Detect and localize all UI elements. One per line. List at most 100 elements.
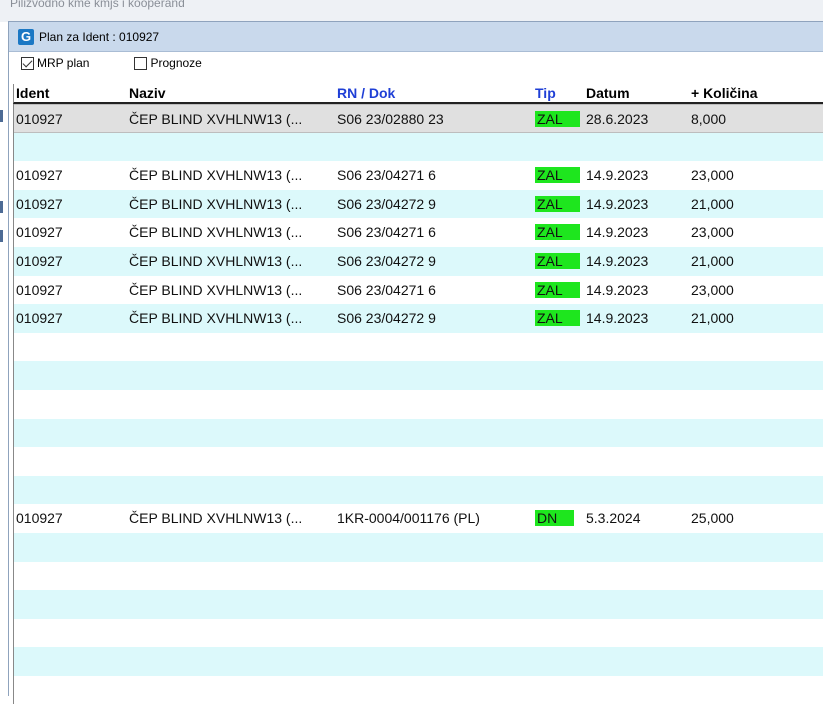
prognoze-label: Prognoze: [150, 56, 202, 70]
cell-tip: ZAL: [535, 310, 585, 327]
cell-kolicina: 21,000: [691, 195, 734, 212]
table-row[interactable]: 010927 ČEP BLIND XVHLNW13 (... S06 23/0427…: [14, 218, 823, 247]
window-titlebar[interactable]: G Plan za Ident : 010927: [9, 22, 823, 52]
cell-tip: ZAL: [535, 195, 585, 212]
column-header-naziv[interactable]: Naziv: [129, 85, 336, 101]
cell-kolicina: 23,000: [691, 167, 734, 184]
cell-kolicina: 8,000: [691, 111, 727, 127]
cell-ident: 010927: [16, 310, 63, 327]
app-icon: G: [18, 28, 34, 45]
edge-marker: [0, 201, 3, 213]
cell-rn-dok: S06 23/04272 9: [337, 252, 436, 269]
cell-rn-dok: S06 23/04271 6: [337, 167, 436, 184]
table-row[interactable]: [14, 447, 823, 476]
mrp-plan-checkbox[interactable]: MRP plan: [21, 56, 89, 70]
cell-kolicina: 23,000: [691, 224, 734, 241]
cell-kolicina: 21,000: [691, 310, 734, 327]
cell-rn-dok: S06 23/04272 9: [337, 310, 436, 327]
column-header-tip[interactable]: Tip: [535, 85, 585, 101]
cell-ident: 010927: [16, 252, 63, 269]
window-title: Plan za Ident : 010927: [39, 29, 160, 44]
table-row[interactable]: [14, 361, 823, 390]
tip-badge: ZAL: [535, 111, 580, 127]
cell-kolicina: 21,000: [691, 252, 734, 269]
filter-bar: MRP plan Prognoze: [9, 52, 823, 74]
cell-datum: 28.6.2023: [586, 111, 649, 127]
cell-ident: 010927: [16, 195, 63, 212]
table-row[interactable]: 010927 ČEP BLIND XVHLNW13 (... S06 23/0288…: [14, 104, 823, 133]
cell-tip: DN: [535, 510, 585, 527]
cell-rn-dok: S06 23/04271 6: [337, 281, 436, 298]
cell-naziv: ČEP BLIND XVHLNW13 (...: [129, 281, 303, 298]
cell-naziv: ČEP BLIND XVHLNW13 (...: [129, 310, 303, 327]
table-row[interactable]: [14, 532, 823, 562]
table-row[interactable]: [14, 132, 823, 162]
cell-naziv: ČEP BLIND XVHLNW13 (...: [129, 195, 303, 212]
column-header-rn-dok[interactable]: RN / Dok: [337, 85, 532, 101]
cell-kolicina: 25,000: [691, 510, 734, 527]
cell-naziv: ČEP BLIND XVHLNW13 (...: [129, 224, 303, 241]
table-row[interactable]: 010927 ČEP BLIND XVHLNW13 (... 1KR-0004/00…: [14, 504, 823, 533]
table-row[interactable]: [14, 475, 823, 505]
table-row[interactable]: [14, 389, 823, 419]
cell-datum: 14.9.2023: [586, 224, 649, 241]
table-row[interactable]: 010927 ČEP BLIND XVHLNW13 (... S06 23/0427…: [14, 189, 823, 219]
table-row[interactable]: [14, 418, 823, 448]
cell-rn-dok: 1KR-0004/001176 (PL): [337, 510, 480, 527]
cell-datum: 5.3.2024: [586, 510, 641, 527]
table-row[interactable]: [14, 647, 823, 676]
tip-badge: ZAL: [535, 281, 580, 298]
tip-badge: ZAL: [535, 167, 580, 184]
cell-naziv: ČEP BLIND XVHLNW13 (...: [129, 167, 303, 184]
plan-table: Ident Naziv RN / Dok Tip Datum + Količin…: [13, 84, 823, 704]
cell-naziv: ČEP BLIND XVHLNW13 (...: [129, 111, 303, 127]
cell-ident: 010927: [16, 510, 63, 527]
table-row[interactable]: [14, 618, 823, 648]
table-row[interactable]: [14, 332, 823, 362]
prognoze-checkbox[interactable]: Prognoze: [134, 56, 202, 70]
table-row[interactable]: 010927 ČEP BLIND XVHLNW13 (... S06 23/0427…: [14, 275, 823, 305]
cell-kolicina: 23,000: [691, 281, 734, 298]
table-row[interactable]: [14, 590, 823, 619]
cell-naziv: ČEP BLIND XVHLNW13 (...: [129, 510, 303, 527]
tip-badge: ZAL: [535, 224, 580, 241]
cell-ident: 010927: [16, 224, 63, 241]
cell-datum: 14.9.2023: [586, 195, 649, 212]
table-row[interactable]: [14, 675, 823, 704]
tip-badge: ZAL: [535, 310, 580, 327]
column-header-kolicina[interactable]: + Količina: [691, 85, 811, 101]
column-header-datum[interactable]: Datum: [586, 85, 686, 101]
mrp-plan-label: MRP plan: [37, 56, 90, 70]
checkbox-unchecked-icon[interactable]: [134, 56, 148, 70]
cell-ident: 010927: [16, 167, 63, 184]
cell-rn-dok: S06 23/04271 6: [337, 224, 436, 241]
cell-rn-dok: S06 23/04272 9: [337, 195, 436, 212]
cell-rn-dok: S06 23/02880 23: [337, 111, 444, 127]
table-header: Ident Naziv RN / Dok Tip Datum + Količin…: [13, 84, 823, 104]
cell-datum: 14.9.2023: [586, 281, 649, 298]
table-row[interactable]: 010927 ČEP BLIND XVHLNW13 (... S06 23/0427…: [14, 304, 823, 333]
column-header-ident[interactable]: Ident: [16, 85, 126, 101]
background-window-strip: Pilizvodno kme kmjs i kooperand: [0, 0, 823, 22]
checkbox-checked-icon[interactable]: [21, 56, 34, 70]
cell-ident: 010927: [16, 111, 63, 127]
table-row[interactable]: 010927 ČEP BLIND XVHLNW13 (... S06 23/0427…: [14, 246, 823, 276]
table-row[interactable]: [14, 561, 823, 591]
background-window-title: Pilizvodno kme kmjs i kooperand: [10, 0, 185, 10]
cell-datum: 14.9.2023: [586, 167, 649, 184]
edge-marker: [0, 110, 3, 122]
table-body: 010927 ČEP BLIND XVHLNW13 (... S06 23/0288…: [13, 104, 823, 704]
cell-datum: 14.9.2023: [586, 252, 649, 269]
cell-ident: 010927: [16, 281, 63, 298]
tip-badge: ZAL: [535, 195, 580, 212]
cell-tip: ZAL: [535, 111, 585, 127]
cell-tip: ZAL: [535, 281, 585, 298]
table-row[interactable]: 010927 ČEP BLIND XVHLNW13 (... S06 23/0427…: [14, 161, 823, 190]
tip-badge: DN: [535, 510, 575, 527]
edge-marker: [0, 230, 3, 242]
cell-tip: ZAL: [535, 252, 585, 269]
cell-tip: ZAL: [535, 167, 585, 184]
cell-tip: ZAL: [535, 224, 585, 241]
background-window-edge: [0, 22, 8, 695]
tip-badge: ZAL: [535, 252, 580, 269]
